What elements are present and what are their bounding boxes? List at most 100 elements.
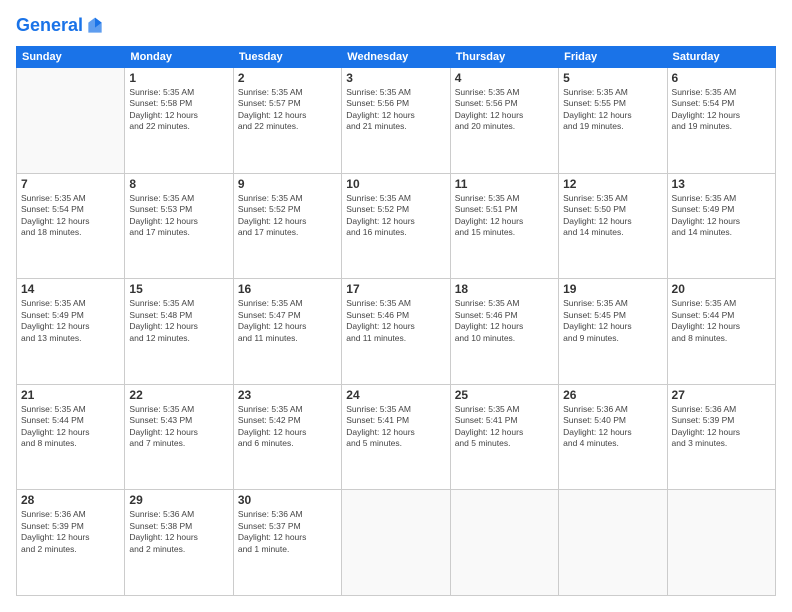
day-number: 23	[238, 388, 337, 402]
week-row-3: 14 Sunrise: 5:35 AMSunset: 5:49 PMDayligh…	[17, 279, 776, 385]
calendar-cell: 13Sunrise: 5:35 AMSunset: 5:49 PMDayligh…	[667, 173, 775, 279]
day-number: 26	[563, 388, 662, 402]
calendar-cell: 24 Sunrise: 5:35 AMSunset: 5:41 PMDayligh…	[342, 384, 450, 490]
calendar-table: SundayMondayTuesdayWednesdayThursdayFrid…	[16, 46, 776, 596]
day-info: Sunrise: 5:36 AMSunset: 5:37 PMDaylight:…	[238, 509, 337, 555]
calendar-cell: 23 Sunrise: 5:35 AMSunset: 5:42 PMDayligh…	[233, 384, 341, 490]
day-info: Sunrise: 5:35 AMSunset: 5:51 PMDaylight:…	[455, 193, 554, 239]
day-info: Sunrise: 5:35 AMSunset: 5:58 PMDaylight:…	[129, 87, 228, 133]
day-info: Sunrise: 5:35 AMSunset: 5:52 PMDaylight:…	[238, 193, 337, 239]
day-info: Sunrise: 5:35 AMSunset: 5:53 PMDaylight:…	[129, 193, 228, 239]
day-info: Sunrise: 5:35 AMSunset: 5:54 PMDaylight:…	[21, 193, 120, 239]
calendar-cell	[559, 490, 667, 596]
weekday-header-sunday: Sunday	[17, 47, 125, 68]
calendar-cell: 3 Sunrise: 5:35 AMSunset: 5:56 PMDaylight…	[342, 68, 450, 174]
day-info: Sunrise: 5:35 AMSunset: 5:46 PMDaylight:…	[346, 298, 445, 344]
calendar-cell: 4 Sunrise: 5:35 AMSunset: 5:56 PMDaylight…	[450, 68, 558, 174]
day-number: 2	[238, 71, 337, 85]
calendar-cell	[17, 68, 125, 174]
day-info: Sunrise: 5:35 AMSunset: 5:44 PMDaylight:…	[672, 298, 771, 344]
calendar-cell	[342, 490, 450, 596]
day-number: 9	[238, 177, 337, 191]
day-number: 5	[563, 71, 662, 85]
logo-text: General	[16, 16, 83, 36]
logo: General	[16, 16, 105, 36]
day-number: 24	[346, 388, 445, 402]
day-number: 12	[563, 177, 662, 191]
calendar-cell: 20Sunrise: 5:35 AMSunset: 5:44 PMDayligh…	[667, 279, 775, 385]
day-number: 22	[129, 388, 228, 402]
calendar-cell: 26 Sunrise: 5:36 AMSunset: 5:40 PMDayligh…	[559, 384, 667, 490]
calendar-cell: 29 Sunrise: 5:36 AMSunset: 5:38 PMDayligh…	[125, 490, 233, 596]
calendar-cell: 27 Sunrise: 5:36 AMSunset: 5:39 PMDayligh…	[667, 384, 775, 490]
week-row-2: 7 Sunrise: 5:35 AMSunset: 5:54 PMDaylight…	[17, 173, 776, 279]
weekday-header-saturday: Saturday	[667, 47, 775, 68]
day-info: Sunrise: 5:35 AMSunset: 5:41 PMDaylight:…	[346, 404, 445, 450]
day-number: 6	[672, 71, 771, 85]
day-number: 19	[563, 282, 662, 296]
day-info: Sunrise: 5:35 AMSunset: 5:44 PMDaylight:…	[21, 404, 120, 450]
calendar-cell: 5 Sunrise: 5:35 AMSunset: 5:55 PMDaylight…	[559, 68, 667, 174]
calendar-cell: 6Sunrise: 5:35 AMSunset: 5:54 PMDaylight…	[667, 68, 775, 174]
day-info: Sunrise: 5:35 AMSunset: 5:50 PMDaylight:…	[563, 193, 662, 239]
day-info: Sunrise: 5:35 AMSunset: 5:47 PMDaylight:…	[238, 298, 337, 344]
day-number: 8	[129, 177, 228, 191]
week-row-4: 21 Sunrise: 5:35 AMSunset: 5:44 PMDayligh…	[17, 384, 776, 490]
calendar-cell: 18Sunrise: 5:35 AMSunset: 5:46 PMDayligh…	[450, 279, 558, 385]
day-number: 27	[672, 388, 771, 402]
weekday-header-row: SundayMondayTuesdayWednesdayThursdayFrid…	[17, 47, 776, 68]
calendar-cell: 28Sunrise: 5:36 AMSunset: 5:39 PMDayligh…	[17, 490, 125, 596]
calendar-cell: 1 Sunrise: 5:35 AMSunset: 5:58 PMDaylight…	[125, 68, 233, 174]
day-info: Sunrise: 5:35 AMSunset: 5:55 PMDaylight:…	[563, 87, 662, 133]
calendar-cell: 15 Sunrise: 5:35 AMSunset: 5:48 PMDayligh…	[125, 279, 233, 385]
day-number: 17	[346, 282, 445, 296]
calendar-cell: 25 Sunrise: 5:35 AMSunset: 5:41 PMDayligh…	[450, 384, 558, 490]
day-info: Sunrise: 5:35 AMSunset: 5:52 PMDaylight:…	[346, 193, 445, 239]
day-number: 30	[238, 493, 337, 507]
day-number: 14	[21, 282, 120, 296]
calendar-cell: 11Sunrise: 5:35 AMSunset: 5:51 PMDayligh…	[450, 173, 558, 279]
day-info: Sunrise: 5:36 AMSunset: 5:39 PMDaylight:…	[21, 509, 120, 555]
day-info: Sunrise: 5:35 AMSunset: 5:56 PMDaylight:…	[346, 87, 445, 133]
day-number: 7	[21, 177, 120, 191]
calendar-cell: 8 Sunrise: 5:35 AMSunset: 5:53 PMDaylight…	[125, 173, 233, 279]
day-number: 3	[346, 71, 445, 85]
day-info: Sunrise: 5:35 AMSunset: 5:41 PMDaylight:…	[455, 404, 554, 450]
weekday-header-wednesday: Wednesday	[342, 47, 450, 68]
day-info: Sunrise: 5:35 AMSunset: 5:48 PMDaylight:…	[129, 298, 228, 344]
calendar-cell	[667, 490, 775, 596]
weekday-header-thursday: Thursday	[450, 47, 558, 68]
day-info: Sunrise: 5:35 AMSunset: 5:49 PMDaylight:…	[21, 298, 120, 344]
week-row-5: 28Sunrise: 5:36 AMSunset: 5:39 PMDayligh…	[17, 490, 776, 596]
day-info: Sunrise: 5:36 AMSunset: 5:39 PMDaylight:…	[672, 404, 771, 450]
day-number: 15	[129, 282, 228, 296]
day-info: Sunrise: 5:35 AMSunset: 5:57 PMDaylight:…	[238, 87, 337, 133]
calendar-cell: 16 Sunrise: 5:35 AMSunset: 5:47 PMDayligh…	[233, 279, 341, 385]
day-info: Sunrise: 5:35 AMSunset: 5:42 PMDaylight:…	[238, 404, 337, 450]
calendar-cell: 14 Sunrise: 5:35 AMSunset: 5:49 PMDayligh…	[17, 279, 125, 385]
day-number: 4	[455, 71, 554, 85]
calendar-cell	[450, 490, 558, 596]
weekday-header-friday: Friday	[559, 47, 667, 68]
calendar-cell: 19Sunrise: 5:35 AMSunset: 5:45 PMDayligh…	[559, 279, 667, 385]
calendar-cell: 10Sunrise: 5:35 AMSunset: 5:52 PMDayligh…	[342, 173, 450, 279]
header: General	[16, 16, 776, 36]
day-number: 21	[21, 388, 120, 402]
page: General SundayMondayTuesdayWednesdayThur…	[0, 0, 792, 612]
day-number: 1	[129, 71, 228, 85]
weekday-header-tuesday: Tuesday	[233, 47, 341, 68]
day-number: 16	[238, 282, 337, 296]
day-info: Sunrise: 5:35 AMSunset: 5:56 PMDaylight:…	[455, 87, 554, 133]
calendar-cell: 30 Sunrise: 5:36 AMSunset: 5:37 PMDayligh…	[233, 490, 341, 596]
calendar-cell: 21 Sunrise: 5:35 AMSunset: 5:44 PMDayligh…	[17, 384, 125, 490]
day-info: Sunrise: 5:36 AMSunset: 5:40 PMDaylight:…	[563, 404, 662, 450]
day-info: Sunrise: 5:35 AMSunset: 5:43 PMDaylight:…	[129, 404, 228, 450]
day-number: 29	[129, 493, 228, 507]
calendar-cell: 17 Sunrise: 5:35 AMSunset: 5:46 PMDayligh…	[342, 279, 450, 385]
day-info: Sunrise: 5:36 AMSunset: 5:38 PMDaylight:…	[129, 509, 228, 555]
calendar-cell: 9 Sunrise: 5:35 AMSunset: 5:52 PMDaylight…	[233, 173, 341, 279]
weekday-header-monday: Monday	[125, 47, 233, 68]
day-info: Sunrise: 5:35 AMSunset: 5:46 PMDaylight:…	[455, 298, 554, 344]
logo-icon	[85, 16, 105, 36]
day-number: 25	[455, 388, 554, 402]
